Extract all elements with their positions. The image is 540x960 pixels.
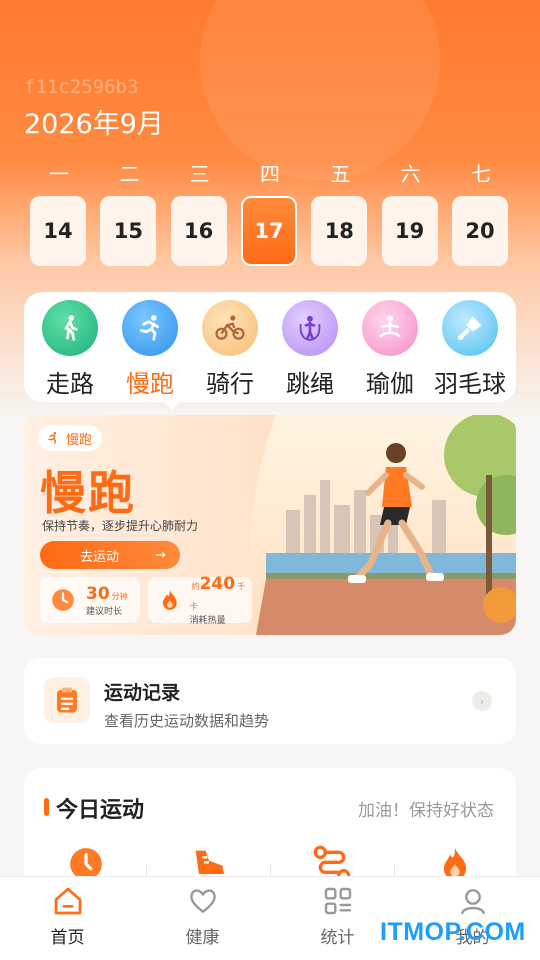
tab-health[interactable]: 健康 <box>135 877 270 960</box>
duration-caption: 建议时长 <box>86 606 123 617</box>
yoga-icon <box>362 300 418 356</box>
start-exercise-label: 去运动 <box>80 549 120 565</box>
sport-banner[interactable]: 慢跑 慢跑 保持节奏，逐步提升心肺耐力 去运动 → 30 分钟 建议时长 约240… <box>24 415 516 635</box>
day-button[interactable]: 14 <box>30 196 86 266</box>
weekday-label: 三 <box>189 162 210 186</box>
jogger-scene-illustration <box>249 415 516 635</box>
day-button[interactable]: 20 <box>451 196 508 266</box>
site-watermark: ITMOP.COM <box>380 918 526 946</box>
weekday-label: 七 <box>470 162 491 186</box>
sport-running[interactable]: 慢跑 <box>110 300 190 402</box>
banner-subtitle: 保持节奏，逐步提升心肺耐力 <box>42 519 199 533</box>
calorie-stat: 约240 千卡 消耗热量 <box>148 574 252 626</box>
sport-cycling[interactable]: 骑行 <box>190 300 270 402</box>
duration-value: 30 <box>86 583 110 604</box>
badminton-icon <box>442 300 498 356</box>
day-button[interactable]: 19 <box>381 196 438 266</box>
weekday-label: 五 <box>330 162 351 186</box>
cycling-icon <box>202 300 258 356</box>
today-hint: 加油！保持好状态 <box>358 801 494 821</box>
weekday-label: 六 <box>400 162 421 186</box>
weekday-col[interactable]: 三 16 <box>170 160 229 266</box>
sport-selector: 走路 慢跑 骑行 跳绳 瑜伽 羽毛球 <box>24 292 516 410</box>
day-button-selected[interactable]: 17 <box>240 196 297 266</box>
day-button[interactable]: 18 <box>311 196 368 266</box>
sport-label: 走路 <box>46 370 94 398</box>
chevron-right-icon[interactable]: › <box>472 691 492 711</box>
stats-icon <box>324 887 351 915</box>
week-strip: 一 14 二 15 三 16 四 17 五 18 六 19 七 20 <box>30 160 510 266</box>
banner-tag: 慢跑 <box>38 425 103 451</box>
sport-badminton[interactable]: 羽毛球 <box>430 300 510 402</box>
weekday-label: 一 <box>49 162 69 186</box>
home-icon <box>54 887 81 915</box>
weekday-col[interactable]: 一 14 <box>30 160 88 266</box>
sport-yoga[interactable]: 瑜伽 <box>350 300 430 402</box>
heart-icon <box>189 889 216 914</box>
sport-jump-rope[interactable]: 跳绳 <box>270 300 350 402</box>
tab-label: 统计 <box>320 928 355 948</box>
record-title: 运动记录 <box>104 682 181 704</box>
walking-icon <box>42 300 98 356</box>
banner-title: 慢跑 <box>40 466 136 520</box>
tab-home[interactable]: 首页 <box>0 877 135 960</box>
flame-icon <box>162 590 177 610</box>
device-id: f11c2596b3 <box>24 76 139 98</box>
start-exercise-button[interactable]: 去运动 → <box>40 541 180 569</box>
day-button[interactable]: 16 <box>170 196 227 266</box>
sport-label: 羽毛球 <box>434 370 506 398</box>
jump-rope-icon <box>282 300 338 356</box>
calorie-prefix: 约 <box>191 582 200 591</box>
tab-label: 健康 <box>185 928 220 948</box>
profile-icon <box>460 889 485 915</box>
running-icon <box>48 432 57 444</box>
weekday-label: 四 <box>259 162 280 186</box>
sport-label: 瑜伽 <box>366 370 414 398</box>
calorie-value: 240 <box>199 574 236 594</box>
sport-label: 骑行 <box>206 370 254 398</box>
section-accent-bar <box>44 798 49 816</box>
weekday-label: 二 <box>119 162 140 186</box>
weekday-col[interactable]: 六 19 <box>381 160 440 266</box>
weekday-col[interactable]: 四 17 <box>240 160 299 266</box>
month-title[interactable]: 2026年9月 <box>24 102 164 141</box>
calorie-caption: 消耗热量 <box>189 616 226 626</box>
record-subtitle: 查看历史运动数据和趋势 <box>104 712 270 730</box>
clock-icon <box>52 589 74 611</box>
arrow-right-icon: → <box>155 547 166 563</box>
sport-walking[interactable]: 走路 <box>30 300 110 402</box>
banner-tag-label: 慢跑 <box>66 432 93 448</box>
weekday-col[interactable]: 七 20 <box>451 160 510 266</box>
duration-unit: 分钟 <box>111 591 128 601</box>
duration-stat: 30 分钟 建议时长 <box>40 577 140 623</box>
weekday-col[interactable]: 五 18 <box>311 160 369 266</box>
sport-label: 慢跑 <box>126 370 174 398</box>
sport-label: 跳绳 <box>286 370 334 398</box>
running-icon <box>122 300 178 356</box>
tab-label: 首页 <box>50 928 85 948</box>
today-title: 今日运动 <box>56 798 145 823</box>
weekday-col[interactable]: 二 15 <box>100 160 158 266</box>
clipboard-icon <box>44 677 90 723</box>
exercise-record-card[interactable]: 运动记录 查看历史运动数据和趋势 › <box>24 658 516 744</box>
day-button[interactable]: 15 <box>100 196 157 266</box>
